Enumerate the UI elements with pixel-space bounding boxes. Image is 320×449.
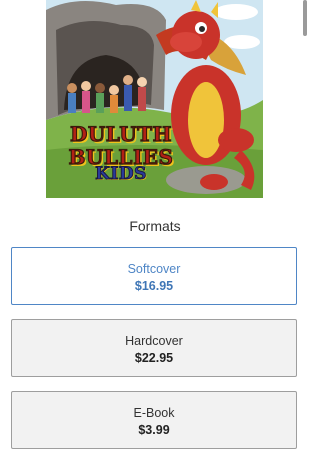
format-option-ebook[interactable]: E-Book $3.99 [11, 391, 297, 449]
book-cover-image: DULUTH BULLIES KIDS [46, 0, 263, 198]
format-option-hardcover[interactable]: Hardcover $22.95 [11, 319, 297, 377]
format-name: E-Book [133, 406, 175, 420]
cover-title-line3: KIDS [95, 164, 147, 185]
format-price: $22.95 [134, 351, 174, 365]
scrollbar[interactable] [303, 0, 307, 36]
format-option-softcover[interactable]: Softcover $16.95 [11, 247, 297, 305]
format-name: Softcover [127, 262, 181, 276]
cover-title-line1: DULUTH [69, 121, 172, 146]
format-price: $16.95 [134, 279, 174, 293]
formats-heading: Formats [129, 218, 181, 234]
format-name: Hardcover [125, 334, 183, 348]
format-price: $3.99 [138, 423, 170, 437]
